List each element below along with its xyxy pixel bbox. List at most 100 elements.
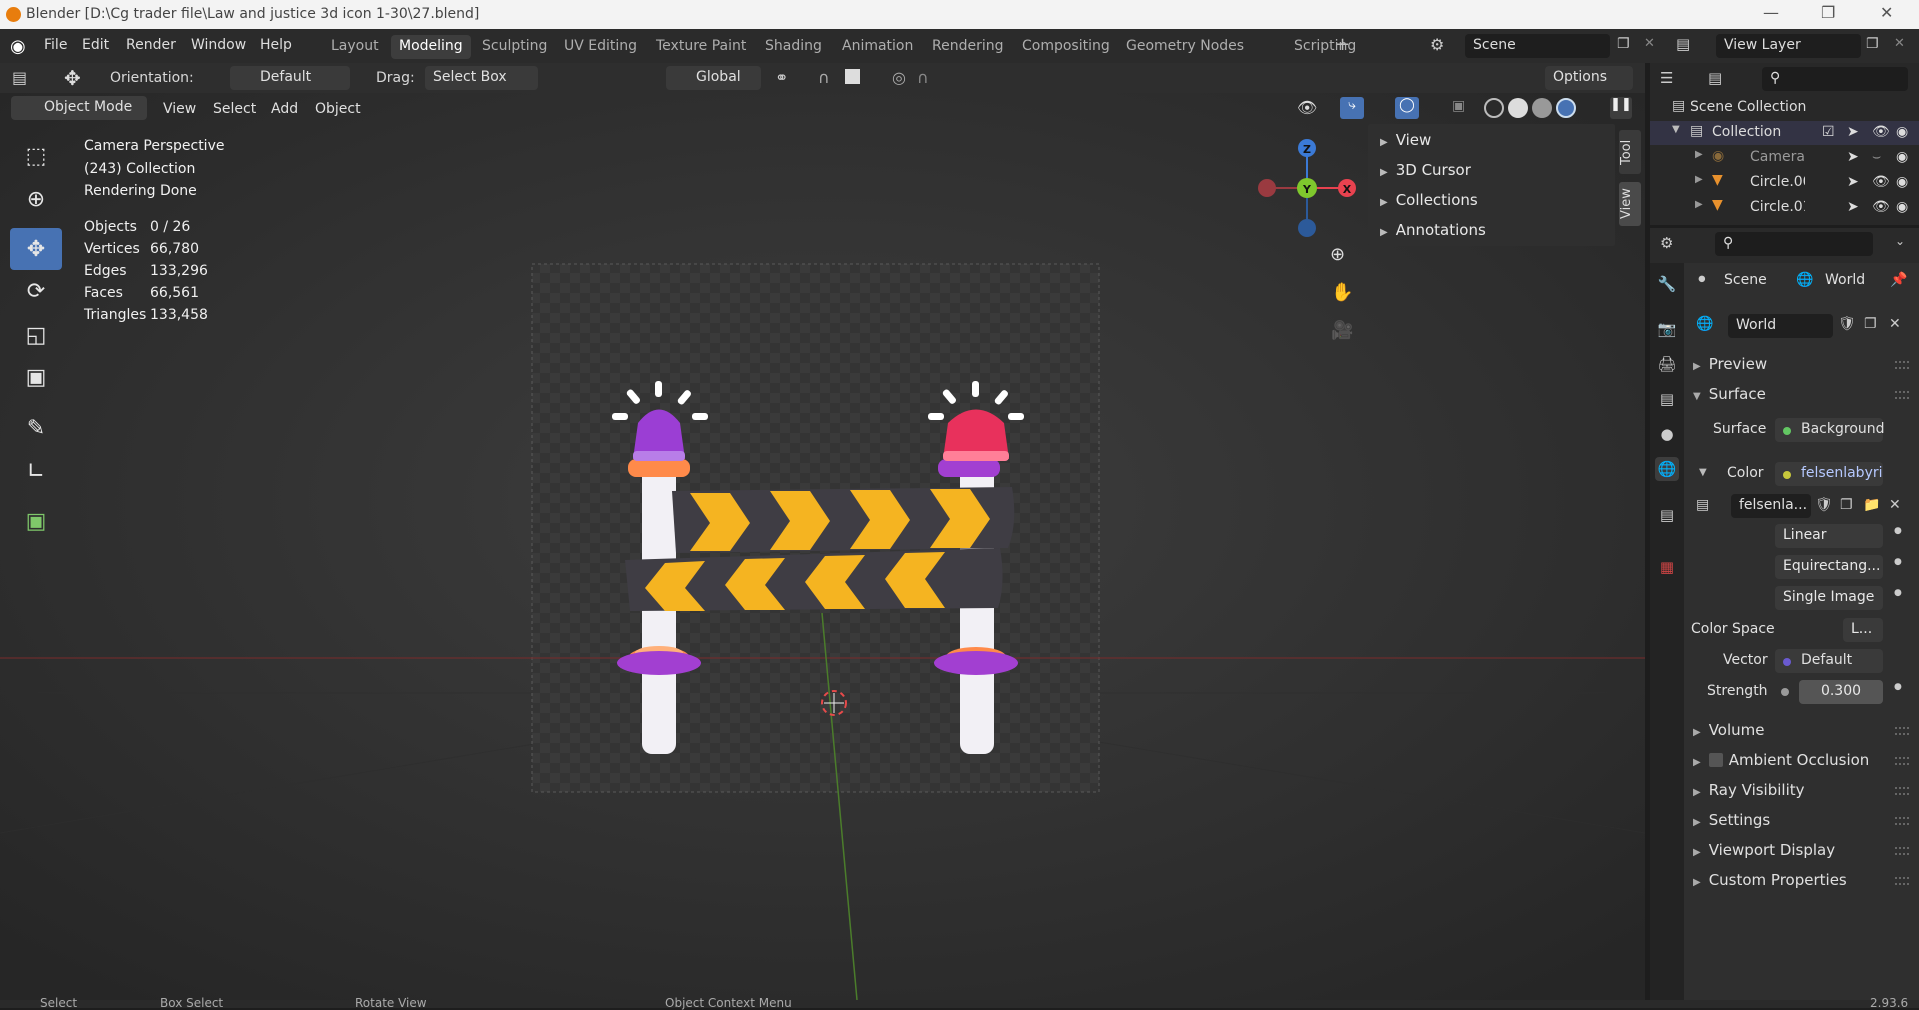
color-space-dropdown[interactable]: L... bbox=[1843, 618, 1883, 642]
expand-icon[interactable]: ▶ bbox=[1695, 174, 1703, 185]
drag-handle-icon[interactable] bbox=[1895, 391, 1909, 399]
cursor-tool-icon[interactable]: ⊕ bbox=[10, 178, 62, 220]
select-arrow-icon[interactable]: ➤ bbox=[1847, 124, 1859, 140]
material-shading-icon[interactable] bbox=[1532, 98, 1552, 118]
add-cube-tool-icon[interactable]: ▣ bbox=[10, 500, 62, 542]
keyframe-dot-icon[interactable]: ● bbox=[1894, 588, 1902, 598]
pan-hand-icon[interactable]: ✋ bbox=[1331, 282, 1353, 303]
tool-tab-icon[interactable]: 🔧 bbox=[1655, 272, 1679, 296]
tab-geometry-nodes[interactable]: Geometry Nodes bbox=[1118, 35, 1252, 59]
unlink-image-icon[interactable]: ✕ bbox=[1889, 497, 1901, 513]
section-custom-properties[interactable]: ▶ Custom Properties bbox=[1693, 871, 1847, 889]
strength-input[interactable]: 0.300 bbox=[1799, 680, 1883, 704]
tab-layout[interactable]: Layout bbox=[323, 35, 387, 59]
select-box-tool-icon[interactable]: ⬚ bbox=[10, 135, 62, 177]
sidebar-tab-view[interactable]: View bbox=[1619, 182, 1641, 226]
vector-input-field[interactable]: Default bbox=[1775, 649, 1883, 673]
solid-shading-icon[interactable] bbox=[1508, 98, 1528, 118]
render-camera-icon[interactable]: ◉ bbox=[1896, 199, 1908, 215]
menu-edit[interactable]: Edit bbox=[82, 37, 109, 53]
view-layer-field[interactable]: View Layer bbox=[1716, 34, 1861, 58]
menu-render[interactable]: Render bbox=[126, 37, 176, 53]
drag-handle-icon[interactable] bbox=[1895, 361, 1909, 369]
eye-icon[interactable]: 👁 bbox=[1872, 174, 1890, 190]
drag-dropdown[interactable]: Select Box bbox=[425, 66, 538, 90]
transform-orientation-dropdown[interactable]: Global bbox=[666, 66, 761, 90]
snap-icon[interactable]: ∩ bbox=[818, 68, 830, 87]
scene-selector-icon[interactable]: ⚙ bbox=[1430, 35, 1444, 54]
section-ray-visibility[interactable]: ▶ Ray Visibility bbox=[1693, 781, 1805, 799]
menu-file[interactable]: File bbox=[44, 37, 67, 53]
drag-handle-icon[interactable] bbox=[1895, 817, 1909, 825]
view-layer-tab-icon[interactable]: ▤ bbox=[1655, 387, 1679, 411]
keyframe-dot-icon[interactable]: ● bbox=[1894, 526, 1902, 536]
source-dropdown[interactable]: Single Image bbox=[1775, 586, 1883, 610]
rendered-shading-icon[interactable] bbox=[1556, 98, 1576, 118]
sidebar-section-collections[interactable]: ▶ Collections bbox=[1380, 191, 1478, 209]
pause-render-icon[interactable]: ❚❚ bbox=[1610, 97, 1632, 119]
tab-modeling[interactable]: Modeling bbox=[391, 35, 471, 59]
xray-icon[interactable]: ▣ bbox=[1452, 98, 1465, 114]
keyframe-dot-icon[interactable]: ● bbox=[1894, 557, 1902, 567]
camera-view-icon[interactable]: 🎥 bbox=[1331, 320, 1353, 341]
navigation-gizmo[interactable]: Z X Y bbox=[1250, 134, 1370, 244]
viewport-menu-select[interactable]: Select bbox=[213, 101, 256, 117]
section-volume[interactable]: ▶ Volume bbox=[1693, 721, 1765, 739]
section-surface[interactable]: ▼ Surface bbox=[1693, 385, 1766, 403]
expand-color-icon[interactable]: ▼ bbox=[1699, 467, 1707, 478]
outliner-row-camera[interactable]: ▶ ◉ Camera ➤ ⌣ ◉ bbox=[1650, 146, 1919, 170]
new-scene-icon[interactable]: ❐ bbox=[1617, 36, 1630, 52]
new-view-layer-icon[interactable]: ❐ bbox=[1866, 36, 1879, 52]
breadcrumb-scene[interactable]: Scene bbox=[1724, 272, 1767, 288]
world-tab-icon[interactable]: 🌐 bbox=[1655, 457, 1679, 481]
sidebar-section-3d-cursor[interactable]: ▶ 3D Cursor bbox=[1380, 161, 1471, 179]
eye-icon[interactable]: 👁 bbox=[1872, 124, 1890, 140]
add-workspace-icon[interactable]: + bbox=[1335, 34, 1350, 55]
chevron-down-icon[interactable]: ⌄ bbox=[1895, 234, 1905, 248]
expand-icon[interactable]: ▶ bbox=[1695, 149, 1703, 160]
blender-menu-icon[interactable]: ◉ bbox=[10, 36, 26, 57]
proportional-edit-icon[interactable]: ◎ bbox=[892, 68, 906, 87]
color-input-field[interactable]: felsenlabyri... bbox=[1775, 462, 1883, 486]
properties-search[interactable]: ⚲ bbox=[1715, 232, 1873, 256]
tab-uv-editing[interactable]: UV Editing bbox=[556, 35, 645, 59]
select-arrow-icon[interactable]: ➤ bbox=[1847, 199, 1859, 215]
new-world-icon[interactable]: ❐ bbox=[1864, 316, 1877, 332]
output-tab-icon[interactable]: 🖨 bbox=[1655, 352, 1679, 376]
section-settings[interactable]: ▶ Settings bbox=[1693, 811, 1770, 829]
display-mode-icon[interactable]: ▤ bbox=[1708, 69, 1722, 87]
viewport-menu-view[interactable]: View bbox=[163, 101, 196, 117]
annotate-tool-icon[interactable]: ✎ bbox=[10, 407, 62, 449]
menu-help[interactable]: Help bbox=[260, 37, 292, 53]
interpolation-dropdown[interactable]: Linear bbox=[1775, 524, 1883, 548]
sidebar-section-annotations[interactable]: ▶ Annotations bbox=[1380, 221, 1486, 239]
orientation-dropdown[interactable]: Default bbox=[230, 66, 350, 90]
render-camera-icon[interactable]: ◉ bbox=[1896, 149, 1908, 165]
drag-handle-icon[interactable] bbox=[1895, 787, 1909, 795]
options-dropdown[interactable]: Options bbox=[1545, 66, 1633, 90]
sidebar-section-view[interactable]: ▶ View bbox=[1380, 131, 1431, 149]
fake-user-icon[interactable]: 🛡 bbox=[1815, 497, 1833, 513]
select-arrow-icon[interactable]: ➤ bbox=[1847, 149, 1859, 165]
snap-element-icon[interactable] bbox=[845, 69, 860, 84]
close-icon[interactable]: ✕ bbox=[1880, 3, 1893, 22]
drag-handle-icon[interactable] bbox=[1895, 757, 1909, 765]
tab-shading[interactable]: Shading bbox=[757, 35, 830, 59]
breadcrumb-world[interactable]: World bbox=[1825, 272, 1865, 288]
zoom-icon[interactable]: ⊕ bbox=[1330, 244, 1345, 265]
world-browse-icon[interactable]: 🌐 bbox=[1696, 316, 1713, 332]
falloff-icon[interactable]: ∩ bbox=[917, 68, 929, 87]
fake-user-icon[interactable]: 🛡 bbox=[1838, 316, 1856, 332]
editor-type-icon[interactable]: ▤ bbox=[12, 68, 27, 87]
overlay-toggle-icon[interactable]: ◯ bbox=[1395, 97, 1419, 119]
pin-icon[interactable]: 📌 bbox=[1890, 272, 1907, 288]
properties-editor-icon[interactable]: ⚙ bbox=[1660, 234, 1673, 252]
texture-tab-icon[interactable]: ▦ bbox=[1655, 555, 1679, 579]
outliner-search[interactable]: ⚲ bbox=[1762, 67, 1908, 91]
viewport-menu-object[interactable]: Object bbox=[315, 101, 361, 117]
rotate-tool-icon[interactable]: ⟳ bbox=[10, 270, 62, 312]
section-preview[interactable]: ▶ Preview bbox=[1693, 355, 1767, 373]
gizmo-toggle-icon[interactable]: ⤷ bbox=[1340, 97, 1364, 119]
scene-name-field[interactable]: Scene bbox=[1465, 34, 1610, 58]
view-layer-icon[interactable]: ▤ bbox=[1676, 35, 1690, 53]
